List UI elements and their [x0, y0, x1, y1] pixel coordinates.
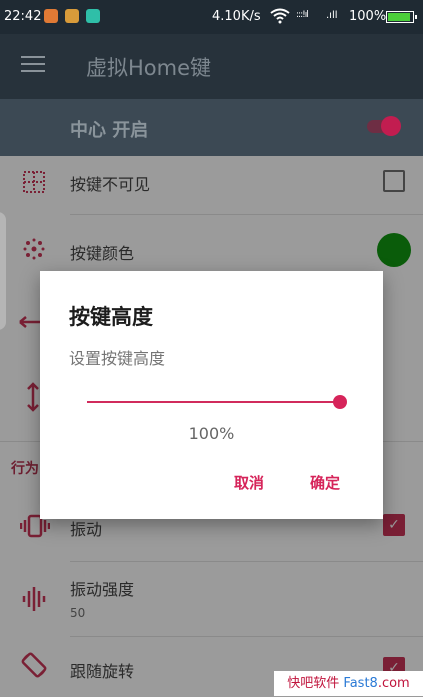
watermark-text-c: .com — [377, 676, 410, 691]
signal-icon-sim2: .ıll — [326, 10, 338, 21]
status-time: 22:42 — [4, 9, 42, 24]
setting-label-color: 按键颜色 — [70, 244, 135, 263]
app-title: 虚拟Home键 — [86, 56, 212, 80]
notification-app-icon-1 — [44, 9, 58, 23]
setting-row-intensity[interactable]: 振动强度 50 — [0, 562, 423, 636]
setting-value-intensity: 50 — [70, 606, 86, 620]
button-color-swatch[interactable] — [377, 233, 411, 267]
dialog-message: 设置按键高度 — [69, 349, 166, 368]
waveform-icon — [22, 586, 46, 617]
checkbox-vibrate[interactable]: ✓ — [383, 514, 405, 536]
master-switch-toggle[interactable] — [365, 116, 401, 136]
watermark-text-a: 快吧软件 — [287, 676, 340, 691]
slider-thumb[interactable] — [333, 395, 347, 409]
slider-track — [87, 401, 340, 403]
notification-app-icon-3 — [86, 9, 100, 23]
section-header-behavior: 行为 — [11, 461, 39, 477]
height-dialog: 按键高度 设置按键高度 100% 取消 确定 — [40, 271, 383, 519]
checkbox-invisible[interactable] — [383, 170, 405, 192]
height-slider[interactable] — [87, 394, 347, 410]
setting-label-vibrate: 振动 — [70, 520, 103, 539]
ok-button[interactable]: 确定 — [310, 472, 340, 493]
notification-app-icon-2 — [65, 9, 79, 23]
network-speed: 4.10K/s — [212, 9, 261, 24]
battery-percent: 100% — [349, 9, 387, 24]
menu-icon[interactable] — [21, 56, 45, 74]
app-bar: 虚拟Home键 — [0, 34, 423, 99]
signal-icon-sim1: :::!ıl — [296, 10, 309, 20]
setting-label-invisible: 按键不可见 — [70, 175, 151, 194]
setting-row-invisible[interactable]: 按键不可见 — [0, 156, 423, 214]
dialog-title: 按键高度 — [69, 305, 153, 329]
vertical-arrows-icon — [26, 382, 40, 417]
master-switch-label: 中心 开启 — [70, 120, 149, 141]
grid-dotted-icon — [22, 170, 46, 199]
status-bar: 22:42 4.10K/s :::!ıl .ıll 100% — [0, 0, 423, 34]
slider-value: 100% — [188, 424, 235, 443]
cancel-button[interactable]: 取消 — [234, 472, 264, 493]
battery-icon — [386, 11, 417, 23]
dots-icon — [22, 237, 46, 266]
setting-label-intensity: 振动强度 — [70, 580, 135, 599]
wifi-icon — [270, 8, 290, 28]
site-watermark: 快吧软件 Fast8.com — [274, 671, 423, 696]
master-switch-bar[interactable]: 中心 开启 — [0, 99, 423, 156]
setting-label-rotate: 跟随旋转 — [70, 662, 135, 681]
screen-rotation-icon — [20, 651, 48, 684]
watermark-text-b: Fast8 — [343, 676, 378, 691]
